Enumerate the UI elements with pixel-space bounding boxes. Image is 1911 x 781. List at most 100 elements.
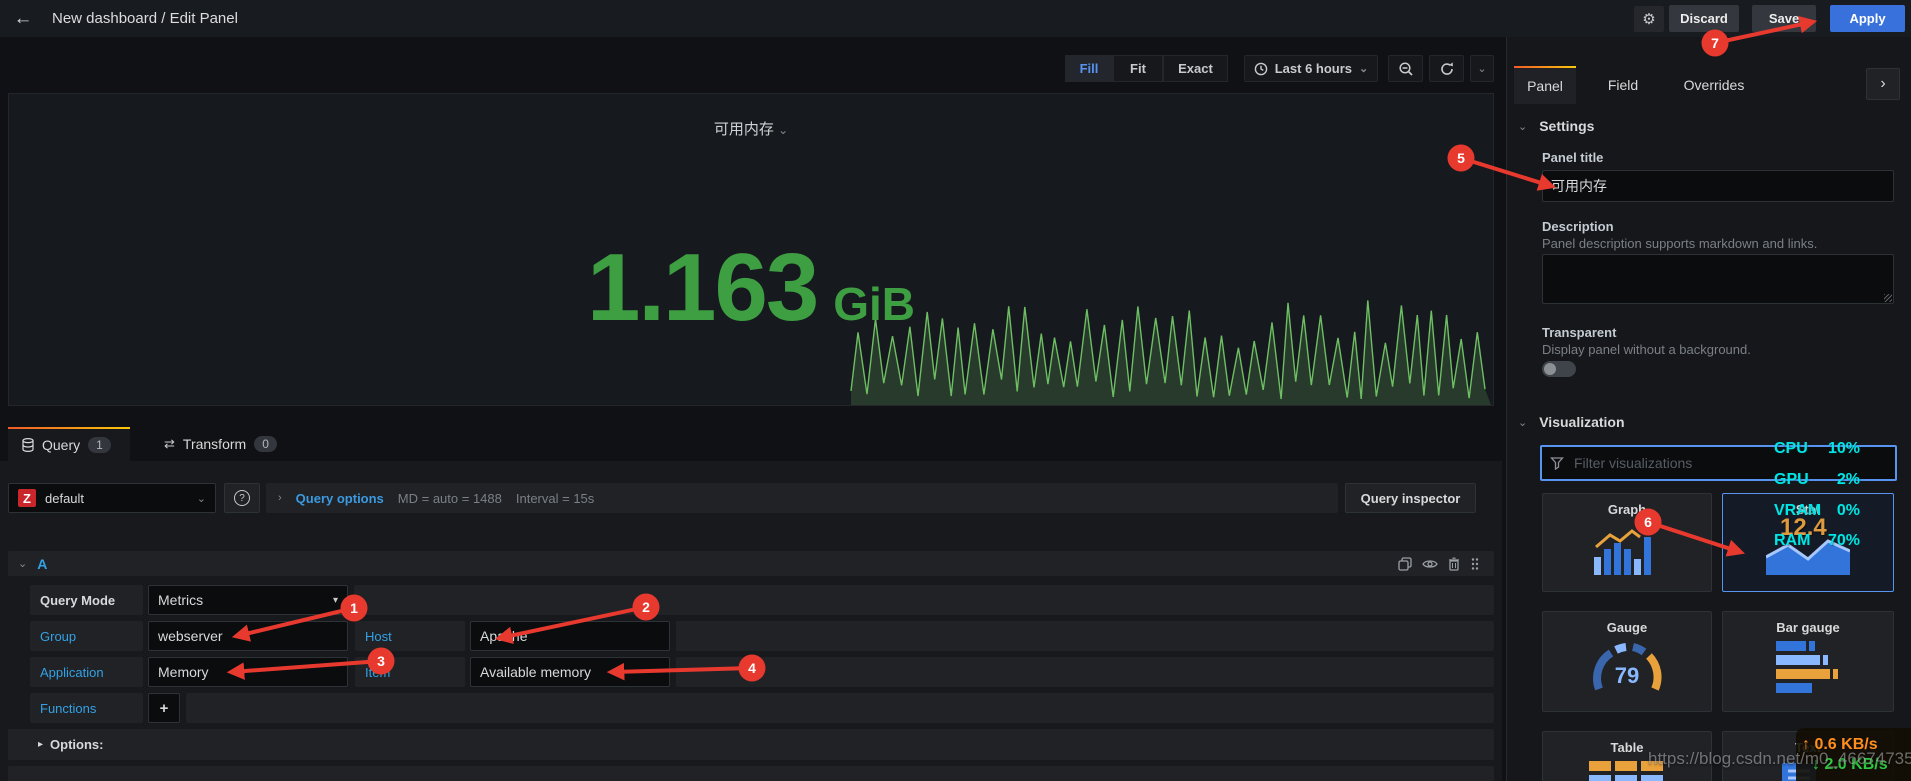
fit-mode-fit[interactable]: Fit [1113, 55, 1163, 82]
description-help: Panel description supports markdown and … [1542, 236, 1817, 251]
panel-title-input[interactable] [1542, 170, 1894, 202]
query-inspector-button[interactable]: Query inspector [1345, 483, 1476, 513]
watermark: https://blog.csdn.net/m0_46674735 [1648, 749, 1911, 769]
panel-preview-title[interactable]: 可用内存 ⌄ [9, 118, 1493, 139]
stat-number: 1.163 [587, 240, 817, 336]
query-a-header[interactable]: ⌄ A [8, 551, 1494, 576]
description-label: Description [1542, 219, 1614, 234]
chevron-down-icon: ⌄ [197, 492, 206, 505]
refresh-icon [1439, 61, 1455, 77]
row-filler [186, 693, 1494, 723]
description-textarea[interactable] [1542, 254, 1894, 304]
row-filler [354, 585, 1494, 615]
zoom-out-button[interactable] [1388, 55, 1423, 82]
host-field[interactable]: Apache [470, 621, 670, 651]
drag-handle-icon[interactable] [1470, 557, 1480, 571]
osd-cpu: CPU10% [1774, 440, 1860, 458]
chevron-down-icon: ⌄ [778, 123, 788, 137]
page-title: New dashboard / Edit Panel [52, 0, 238, 37]
osd-gpu: GPU2% [1774, 471, 1860, 489]
label-item[interactable]: Item [355, 657, 465, 687]
sidebar-collapse-button[interactable]: › [1866, 68, 1900, 100]
label-functions[interactable]: Functions [30, 693, 143, 723]
options-collapse-row[interactable]: ▸ Options: [8, 729, 1494, 760]
delete-query-trash-icon[interactable] [1448, 557, 1460, 571]
back-button[interactable]: ← [0, 0, 46, 37]
viscard-bar-gauge[interactable]: Bar gauge [1722, 611, 1894, 712]
time-range-label: Last 6 hours [1275, 61, 1352, 76]
add-function-button[interactable]: + [148, 693, 180, 723]
chevron-right-icon: › [278, 492, 282, 504]
panel-title-label: Panel title [1542, 150, 1603, 165]
tab-transform[interactable]: ⇄ Transform 0 [150, 427, 292, 461]
zabbix-logo-icon: Z [18, 489, 36, 507]
row-filler [676, 621, 1494, 651]
back-arrow-icon: ← [14, 8, 33, 30]
label-group[interactable]: Group [30, 621, 143, 651]
fit-mode-fill[interactable]: Fill [1065, 55, 1113, 82]
query-options-bar: › Query options MD = auto = 1488 Interva… [266, 483, 1338, 513]
zoom-out-icon [1398, 61, 1414, 77]
viscard-graph-title: Graph [1543, 502, 1711, 517]
next-row-partial [8, 766, 1494, 781]
dashboard-settings-button[interactable]: ⚙ [1634, 6, 1664, 32]
query-mode-value: Metrics [158, 592, 333, 608]
chevron-down-icon: ⌄ [1477, 62, 1486, 75]
save-button[interactable]: Save [1752, 5, 1816, 32]
group-field[interactable]: webserver [148, 621, 348, 651]
discard-button[interactable]: Discard [1669, 5, 1739, 32]
settings-section-header[interactable]: ⌄ Settings [1518, 118, 1594, 134]
viscard-bar-gauge-title: Bar gauge [1723, 620, 1893, 635]
database-icon [22, 438, 34, 452]
toggle-knob [1544, 363, 1556, 375]
transform-count-badge: 0 [254, 436, 277, 452]
caret-down-icon: ▾ [333, 595, 338, 606]
stat-value: 1.163 GiB [9, 240, 1493, 336]
panel-preview: 可用内存 ⌄ 1.163 GiB [8, 93, 1494, 406]
query-options-link[interactable]: Query options [296, 491, 384, 506]
transparent-toggle[interactable] [1542, 361, 1576, 377]
question-icon: ? [234, 490, 250, 506]
query-mode-select[interactable]: Metrics ▾ [148, 585, 348, 615]
item-field[interactable]: Available memory [470, 657, 670, 687]
datasource-picker[interactable]: Z default ⌄ [8, 483, 216, 513]
tab-field[interactable]: Field [1592, 66, 1654, 104]
top-header: ← New dashboard / Edit Panel ⚙ Discard S… [0, 0, 1911, 37]
viscard-gauge-title: Gauge [1543, 620, 1711, 635]
label-host[interactable]: Host [355, 621, 465, 651]
application-field[interactable]: Memory [148, 657, 348, 687]
query-ref-id: A [37, 556, 47, 572]
options-label: Options: [50, 737, 103, 752]
resize-handle-icon[interactable] [1884, 294, 1892, 302]
duplicate-query-icon[interactable] [1398, 557, 1412, 571]
viscard-graph[interactable]: Graph [1542, 493, 1712, 592]
time-range-picker[interactable]: Last 6 hours ⌄ [1244, 55, 1378, 82]
settings-heading: Settings [1539, 118, 1594, 134]
fit-mode-exact[interactable]: Exact [1163, 55, 1228, 82]
max-datapoints-text: MD = auto = 1488 [398, 491, 502, 506]
apply-button[interactable]: Apply [1830, 5, 1905, 32]
hide-query-eye-icon[interactable] [1422, 558, 1438, 570]
tab-query-label: Query [42, 437, 80, 453]
transparent-label: Transparent [1542, 325, 1616, 340]
label-application[interactable]: Application [30, 657, 143, 687]
refresh-interval-dropdown[interactable]: ⌄ [1470, 55, 1494, 82]
refresh-button[interactable] [1429, 55, 1464, 82]
chevron-right-icon: › [1880, 75, 1885, 93]
chevron-down-icon: ⌄ [1518, 416, 1527, 429]
tab-overrides[interactable]: Overrides [1668, 66, 1760, 104]
clock-icon [1254, 62, 1268, 76]
bar-gauge-viz-icon [1768, 639, 1848, 699]
tab-query[interactable]: Query 1 [8, 427, 130, 461]
gear-icon: ⚙ [1642, 10, 1655, 28]
datasource-name: default [45, 491, 188, 506]
svg-text:79: 79 [1615, 663, 1639, 688]
viscard-gauge[interactable]: Gauge 79 [1542, 611, 1712, 712]
visualization-section-header[interactable]: ⌄ Visualization [1518, 414, 1625, 430]
label-query-mode: Query Mode [30, 585, 143, 615]
datasource-help-button[interactable]: ? [224, 483, 260, 513]
tab-panel[interactable]: Panel [1514, 66, 1576, 104]
filter-funnel-icon [1550, 456, 1564, 470]
chevron-down-icon: ⌄ [1359, 62, 1368, 75]
chevron-down-icon: ⌄ [1518, 120, 1527, 133]
